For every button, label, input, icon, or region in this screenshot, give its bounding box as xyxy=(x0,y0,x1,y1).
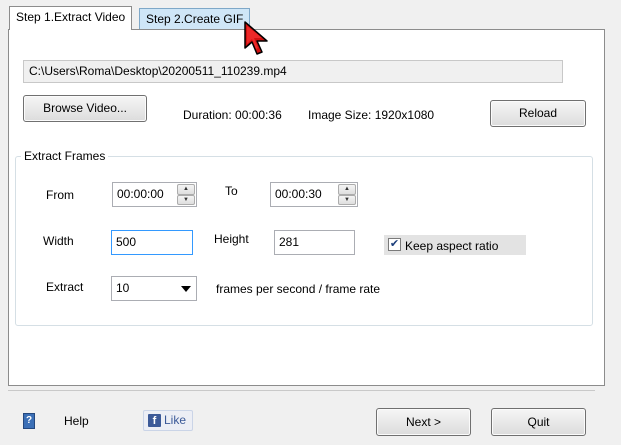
keep-aspect-ratio-checkbox[interactable]: ✔ Keep aspect ratio xyxy=(384,235,526,255)
fps-label: frames per second / frame rate xyxy=(216,282,381,296)
like-label: Like xyxy=(164,413,187,427)
from-label: From xyxy=(46,188,74,202)
to-time-spinner[interactable]: ▲ ▼ xyxy=(337,183,357,206)
duration-label: Duration: 00:00:36 xyxy=(183,108,282,122)
facebook-logo-icon: f xyxy=(148,414,161,427)
help-link[interactable]: Help xyxy=(64,414,89,428)
tab-create-gif[interactable]: Step 2.Create GIF xyxy=(139,8,251,30)
footer-divider xyxy=(8,390,595,391)
reload-button[interactable]: Reload xyxy=(490,100,586,127)
to-label: To xyxy=(225,184,238,198)
tab-extract-video[interactable]: Step 1.Extract Video xyxy=(9,6,133,30)
extract-frames-title: Extract Frames xyxy=(21,149,109,163)
spin-up-arrow-icon[interactable]: ▲ xyxy=(338,184,356,195)
facebook-like-button[interactable]: f Like xyxy=(143,410,193,431)
from-time-spinner[interactable]: ▲ ▼ xyxy=(176,183,196,206)
height-label: Height xyxy=(214,232,249,246)
video-path-field: C:\Users\Roma\Desktop\20200511_110239.mp… xyxy=(23,60,563,83)
checkmark-icon[interactable]: ✔ xyxy=(388,238,401,251)
extract-rate-value: 10 xyxy=(116,281,130,295)
chevron-down-icon[interactable] xyxy=(181,286,191,292)
spin-down-arrow-icon[interactable]: ▼ xyxy=(177,194,195,205)
spin-down-arrow-icon[interactable]: ▼ xyxy=(338,194,356,205)
to-time-input[interactable]: 00:00:30 ▲ ▼ xyxy=(270,182,358,207)
from-time-value: 00:00:00 xyxy=(117,187,164,201)
quit-button[interactable]: Quit xyxy=(491,408,586,436)
image-size-label: Image Size: 1920x1080 xyxy=(308,108,435,122)
browse-video-button[interactable]: Browse Video... xyxy=(23,95,147,122)
height-input[interactable]: 281 xyxy=(274,230,355,255)
red-mouse-cursor-icon xyxy=(244,21,268,55)
from-time-input[interactable]: 00:00:00 ▲ ▼ xyxy=(112,182,197,207)
width-input[interactable]: 500 xyxy=(111,230,193,255)
to-time-value: 00:00:30 xyxy=(275,187,322,201)
spin-up-arrow-icon[interactable]: ▲ xyxy=(177,184,195,195)
width-label: Width xyxy=(43,234,74,248)
extract-rate-select[interactable]: 10 xyxy=(111,276,197,301)
keep-aspect-ratio-label: Keep aspect ratio xyxy=(405,239,499,253)
extract-label: Extract xyxy=(46,280,84,294)
help-book-icon[interactable]: ? xyxy=(23,413,35,429)
next-button[interactable]: Next > xyxy=(376,408,471,436)
